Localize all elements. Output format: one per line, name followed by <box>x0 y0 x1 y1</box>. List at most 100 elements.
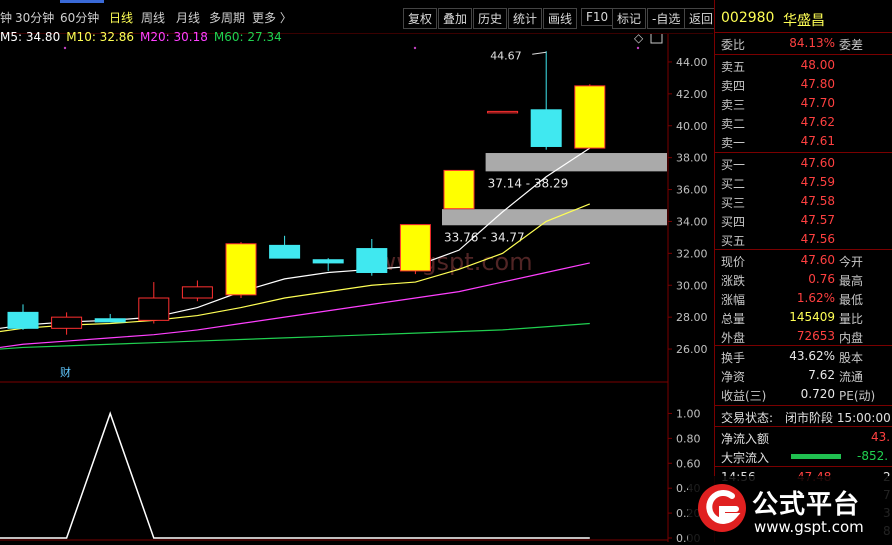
candle-body-6 <box>269 244 301 259</box>
stock-code: 002980 <box>721 10 775 26</box>
block-inflow-row: 大宗流入 -852. <box>715 447 892 465</box>
bid-row-1: 买二 47.59 <box>715 173 892 191</box>
bid-row-1-value: 47.59 <box>800 175 835 189</box>
stat-row-2: 涨幅 1.62% 最低 <box>715 289 892 307</box>
bid-row-0-value: 47.60 <box>800 156 835 170</box>
toolbar-accent <box>60 0 104 3</box>
toolbar-button-4[interactable]: 画线 <box>543 8 578 29</box>
kline-chart[interactable]: www.gspt.com26.0028.0030.0032.0034.0036.… <box>0 0 714 542</box>
toolbar-button-1[interactable]: 叠加 <box>438 8 473 29</box>
bid-row-3: 买四 47.57 <box>715 211 892 229</box>
period-tab-0[interactable]: 钟 <box>0 9 12 26</box>
trade-status-row: 交易状态: 闭市阶段 15:00:00 <box>715 407 892 425</box>
stat-row-2-label: 涨幅 <box>721 293 746 307</box>
bid-row-4-label: 买五 <box>721 234 746 248</box>
sep-5 <box>715 405 892 406</box>
y-tick-label-8: 42.00 <box>676 88 708 101</box>
y-tick-label-5: 36.00 <box>676 184 708 197</box>
toolbar-button-0[interactable]: 复权 <box>403 8 438 29</box>
toolbar-button-2[interactable]: 历史 <box>473 8 508 29</box>
y-tick-label-3: 32.00 <box>676 247 708 260</box>
ask-row-1-label: 卖四 <box>721 79 746 93</box>
candle-body-13 <box>574 85 606 149</box>
ma-legend-item-0: M5: 34.80 <box>0 30 61 44</box>
webi-row-label: 委比 <box>721 38 746 52</box>
candle-body-8 <box>356 248 388 273</box>
stat2-row-1-label: 净资 <box>721 370 746 384</box>
sep-6 <box>715 426 892 427</box>
stat2-row-1-value: 7.62 <box>808 368 835 382</box>
stat2-row-0: 换手 43.62% 股本 <box>715 347 892 365</box>
toolbar-button-7[interactable]: -自选 <box>647 8 686 29</box>
ma-legend-item-3: M60: 27.34 <box>213 30 282 44</box>
y-tick-label-2: 30.00 <box>676 279 708 292</box>
candle-body-4 <box>181 286 213 299</box>
ask-row-1-value: 47.80 <box>800 77 835 91</box>
webi-row-value: 84.13% <box>789 36 835 50</box>
ask-row-3-label: 卖二 <box>721 117 746 131</box>
period-tab-6[interactable]: 多周期 <box>209 9 245 26</box>
ma-legend: M5: 34.80 M10: 32.86 M20: 30.18 M60: 27.34 <box>0 30 288 44</box>
candle-6 <box>269 235 301 259</box>
bid-row-0-label: 买一 <box>721 158 746 172</box>
period-tab-7[interactable]: 更多 〉 <box>252 9 292 26</box>
ask-row-2-label: 卖三 <box>721 98 746 112</box>
stat2-row-0-label2: 股本 <box>839 351 864 365</box>
support-zone-1 <box>485 153 667 172</box>
period-tab-2[interactable]: 60分钟 <box>60 9 99 26</box>
candle-body-3 <box>138 297 170 321</box>
toolbar-button-5[interactable]: F10 <box>581 8 614 26</box>
sep-2 <box>715 152 892 153</box>
sep-1 <box>715 54 892 55</box>
stat-row-1-label2: 最高 <box>839 274 864 288</box>
candle-body-9 <box>399 224 431 272</box>
ask-row-1: 卖四 47.80 <box>715 75 892 93</box>
sep-7 <box>715 466 892 467</box>
stat2-row-1-label2: 流通 <box>839 370 864 384</box>
ma-legend-item-1: M10: 32.86 <box>66 30 135 44</box>
toolbar-button-6[interactable]: 标记 <box>612 8 647 29</box>
bid-row-2-label: 买三 <box>721 196 746 210</box>
candle-3 <box>138 282 170 324</box>
top-marker-1 <box>413 46 417 50</box>
period-tab-4[interactable]: 周线 <box>141 9 165 26</box>
candle-9 <box>399 224 431 275</box>
period-tab-1[interactable]: 30分钟 <box>15 9 54 26</box>
toolbar-button-8[interactable]: 返回 <box>684 8 719 29</box>
y-tick-label-9: 44.00 <box>676 56 708 69</box>
logo-title: 公式平台 <box>752 490 861 520</box>
ind-tick-label-5: 1.00 <box>676 407 701 420</box>
stat2-row-0-label: 换手 <box>721 351 746 365</box>
gspt-logo: 公式平台 www.gspt.com <box>688 476 892 542</box>
ask-row-4-label: 卖一 <box>721 136 746 150</box>
candle-10 <box>443 169 475 210</box>
sep-3 <box>715 249 892 250</box>
period-tab-5[interactable]: 月线 <box>176 9 200 26</box>
top-marker-0 <box>63 46 67 50</box>
top-marker-2 <box>636 46 640 50</box>
candle-body-1 <box>51 316 83 329</box>
bid-row-4: 买五 47.56 <box>715 230 892 248</box>
net-inflow-value: 43. <box>871 430 891 444</box>
net-inflow-row: 净流入额 43. <box>715 428 892 446</box>
support-zone-0 <box>442 209 667 226</box>
block-inflow-bar <box>791 454 841 459</box>
stock-name: 华盛昌 <box>783 13 825 29</box>
ind-tick-label-3: 0.60 <box>676 457 701 470</box>
stat-row-1-label: 涨跌 <box>721 274 746 288</box>
y-tick-label-0: 26.00 <box>676 343 708 356</box>
stat2-row-2: 收益(三) 0.720 PE(动) <box>715 385 892 403</box>
stat-row-2-label2: 最低 <box>839 293 864 307</box>
stat-row-4-label: 外盘 <box>721 331 746 345</box>
period-tab-3[interactable]: 日线 <box>109 9 133 26</box>
toolbar-button-3[interactable]: 统计 <box>508 8 543 29</box>
ask-row-3-value: 47.62 <box>800 115 835 129</box>
candle-8 <box>356 238 388 276</box>
stat-row-1: 涨跌 0.76 最高 <box>715 270 892 288</box>
candle-body-2 <box>94 318 126 323</box>
candle-body-7 <box>312 259 344 264</box>
stat2-row-2-label2: PE(动) <box>839 389 876 403</box>
webi-row: 委比 84.13% 委差 <box>715 34 892 52</box>
stat-row-2-value: 1.62% <box>796 291 835 305</box>
trade-status-label: 交易状态: <box>721 411 774 425</box>
